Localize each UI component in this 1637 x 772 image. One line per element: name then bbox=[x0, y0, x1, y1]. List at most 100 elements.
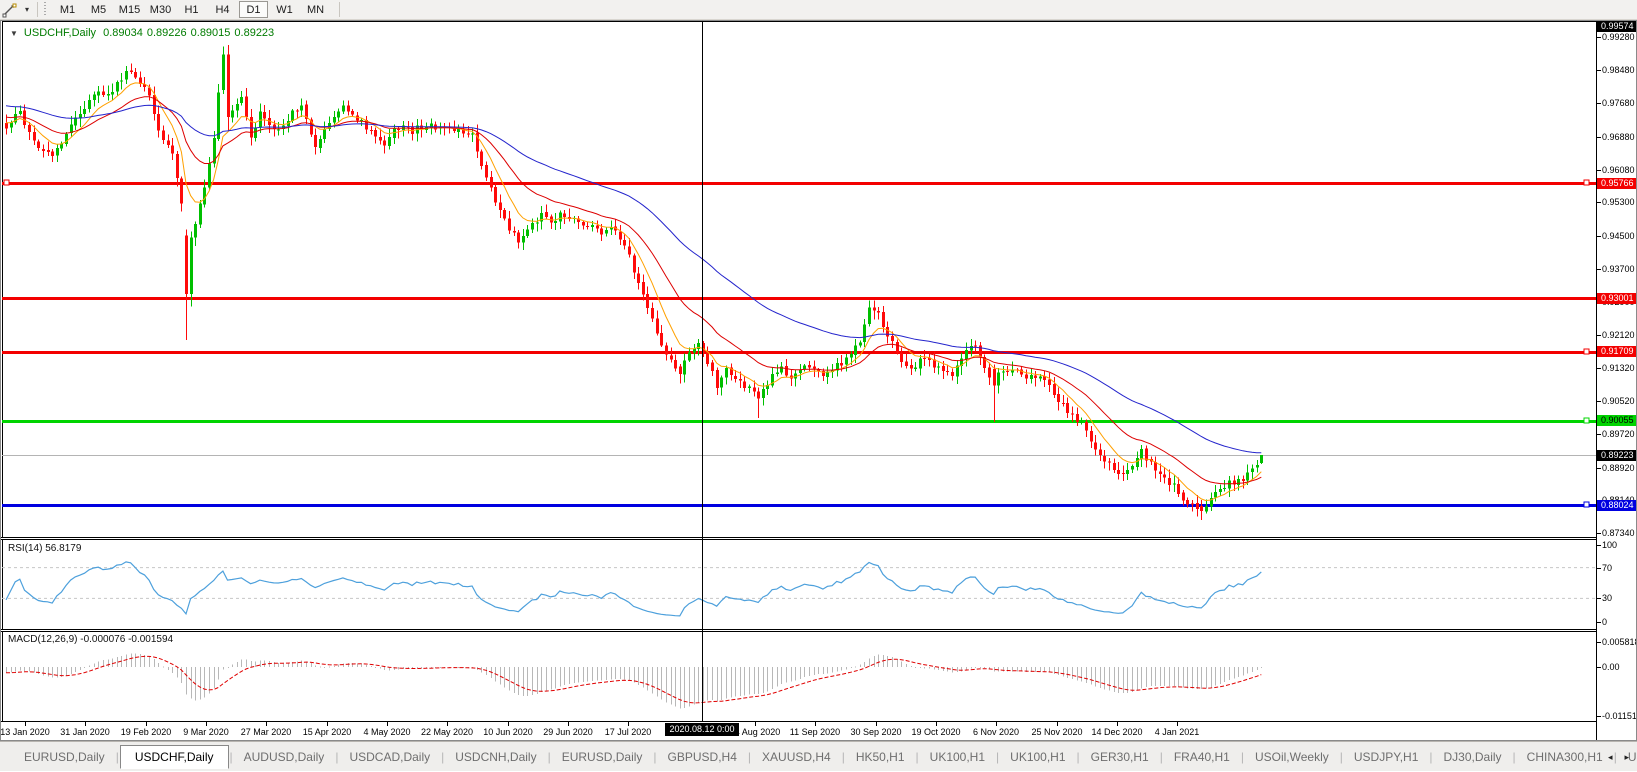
price-axis-label: 0.99280 bbox=[1602, 32, 1635, 42]
tab-separator: | bbox=[230, 750, 233, 764]
tab-EURUSD-Daily[interactable]: EURUSD,Daily bbox=[552, 746, 653, 768]
tab-USDCNH-Daily[interactable]: USDCNH,Daily bbox=[445, 746, 546, 768]
price-highlight-label: 0.95766 bbox=[1597, 178, 1637, 189]
tab-HK50-H1[interactable]: HK50,H1 bbox=[846, 746, 915, 768]
timeframe-button-D1[interactable]: D1 bbox=[239, 1, 268, 18]
horizontal-line-0.93001[interactable] bbox=[2, 297, 1596, 300]
line-handle-icon[interactable] bbox=[1584, 502, 1589, 507]
price-highlight-label: 0.90055 bbox=[1597, 415, 1637, 426]
tab-USOil-Weekly[interactable]: USOil,Weekly bbox=[1245, 746, 1339, 768]
tool-dropdown-caret[interactable]: ▾ bbox=[20, 5, 34, 14]
axis-tick bbox=[1597, 368, 1601, 369]
crosshair-date-label: 2020.08.12 0:00 bbox=[665, 723, 739, 736]
date-tick bbox=[876, 722, 877, 726]
candlestick-series bbox=[5, 45, 1263, 520]
date-axis-label: 4 May 2020 bbox=[363, 727, 410, 737]
main-chart-canvas[interactable] bbox=[2, 21, 1596, 537]
date-axis-label: 17 Jul 2020 bbox=[605, 727, 652, 737]
tab-scroll-arrows: ◂ ▸ bbox=[1608, 742, 1629, 772]
date-tick bbox=[508, 722, 509, 726]
date-tick bbox=[387, 722, 388, 726]
axis-tick bbox=[1597, 622, 1601, 623]
tab-separator: | bbox=[748, 750, 751, 764]
line-draw-tool-icon[interactable] bbox=[0, 1, 20, 19]
horizontal-line-0.95766[interactable] bbox=[2, 182, 1596, 185]
rsi-line bbox=[6, 562, 1261, 616]
macd-axis-label: -0.01151 bbox=[1602, 711, 1637, 721]
line-handle-icon[interactable] bbox=[4, 180, 9, 185]
timeframe-button-M30[interactable]: M30 bbox=[146, 1, 175, 18]
tab-items: EURUSD,Daily|USDCHF,Daily|AUDUSD,Daily|U… bbox=[14, 745, 1637, 769]
timeframe-button-M15[interactable]: M15 bbox=[115, 1, 144, 18]
rsi-axis-label: 100 bbox=[1602, 540, 1617, 550]
timeframe-button-MN[interactable]: MN bbox=[301, 1, 330, 18]
tab-XAUUSD-H4[interactable]: XAUUSD,H4 bbox=[752, 746, 841, 768]
tab-GBPUSD-H4[interactable]: GBPUSD,H4 bbox=[658, 746, 747, 768]
timeframe-button-W1[interactable]: W1 bbox=[270, 1, 299, 18]
date-tick bbox=[447, 722, 448, 726]
price-axis[interactable]: 0.992800.984800.976800.968800.960800.953… bbox=[1596, 21, 1637, 741]
macd-axis-label: 0.00 bbox=[1602, 662, 1620, 672]
horizontal-line-0.88024[interactable] bbox=[2, 504, 1596, 507]
price-axis-label: 0.94500 bbox=[1602, 231, 1635, 241]
tab-EURUSD-Daily[interactable]: EURUSD,Daily bbox=[14, 746, 115, 768]
ohlc-close: 0.89223 bbox=[234, 27, 274, 39]
date-tick bbox=[206, 722, 207, 726]
tab-USDCAD-Daily[interactable]: USDCAD,Daily bbox=[339, 746, 440, 768]
timeframe-button-H1[interactable]: H1 bbox=[177, 1, 206, 18]
tab-FRA40-H1[interactable]: FRA40,H1 bbox=[1164, 746, 1240, 768]
panel-separator[interactable] bbox=[0, 537, 1596, 540]
axis-tick bbox=[1597, 545, 1601, 546]
date-axis-label: 11 Sep 2020 bbox=[790, 727, 840, 737]
panel-separator[interactable] bbox=[0, 629, 1596, 632]
tab-UK100-H1[interactable]: UK100,H1 bbox=[920, 746, 995, 768]
price-axis-label: 0.90520 bbox=[1602, 396, 1635, 406]
horizontal-line-0.90055[interactable] bbox=[2, 420, 1596, 423]
timeframe-button-M1[interactable]: M1 bbox=[53, 1, 82, 18]
date-tick bbox=[628, 722, 629, 726]
ohlc-high: 0.89226 bbox=[147, 27, 187, 39]
date-axis-label: 25 Nov 2020 bbox=[1031, 727, 1082, 737]
macd-axis-label: 0.005818 bbox=[1602, 637, 1637, 647]
timeframe-button-M5[interactable]: M5 bbox=[84, 1, 113, 18]
axis-tick bbox=[1597, 70, 1601, 71]
collapse-caret-icon[interactable]: ▼ bbox=[10, 29, 18, 38]
date-axis-label: 31 Jan 2020 bbox=[60, 727, 110, 737]
date-axis-label: 19 Feb 2020 bbox=[121, 727, 172, 737]
date-axis-label: 22 May 2020 bbox=[421, 727, 473, 737]
tab-scroll-left-icon[interactable]: ◂ bbox=[1608, 752, 1613, 763]
chart-title[interactable]: ▼USDCHF,Daily 0.890340.892260.890150.892… bbox=[10, 27, 278, 39]
macd-panel-canvas[interactable] bbox=[2, 632, 1596, 721]
rsi-panel-canvas[interactable] bbox=[2, 540, 1596, 629]
toolbar-separator bbox=[37, 2, 38, 17]
tab-CHINA300-H1[interactable]: CHINA300,H1 bbox=[1517, 746, 1613, 768]
date-axis-label: 15 Apr 2020 bbox=[303, 727, 352, 737]
axis-tick bbox=[1597, 137, 1601, 138]
timeframe-button-H4[interactable]: H4 bbox=[208, 1, 237, 18]
price-axis-label: 0.98480 bbox=[1602, 65, 1635, 75]
tab-GER30-H1[interactable]: GER30,H1 bbox=[1081, 746, 1159, 768]
tab-DJ30-Daily[interactable]: DJ30,Daily bbox=[1434, 746, 1512, 768]
rsi-axis-label: 70 bbox=[1602, 563, 1612, 573]
price-axis-label: 0.88920 bbox=[1602, 463, 1635, 473]
horizontal-line-0.91709[interactable] bbox=[2, 351, 1596, 354]
tab-USDCHF-Daily[interactable]: USDCHF,Daily bbox=[120, 745, 229, 769]
date-tick bbox=[815, 722, 816, 726]
line-handle-icon[interactable] bbox=[1584, 180, 1589, 185]
crosshair-vertical-line bbox=[702, 21, 703, 722]
date-axis-label: 29 Jun 2020 bbox=[543, 727, 593, 737]
tab-scroll-right-icon[interactable]: ▸ bbox=[1624, 752, 1629, 763]
line-handle-icon[interactable] bbox=[1584, 418, 1589, 423]
chart-symbol-period: USDCHF,Daily bbox=[24, 27, 96, 39]
moving-average-21 bbox=[6, 97, 1261, 484]
tab-USDJPY-H1[interactable]: USDJPY,H1 bbox=[1344, 746, 1428, 768]
toolbar-grip-handle[interactable] bbox=[43, 2, 48, 17]
rsi-axis-label: 0 bbox=[1602, 617, 1607, 627]
rsi-indicator-label: RSI(14) 56.8179 bbox=[8, 543, 81, 554]
date-tick bbox=[568, 722, 569, 726]
tab-UK100-H1[interactable]: UK100,H1 bbox=[1000, 746, 1075, 768]
time-axis[interactable]: 2020.08.12 0:00 13 Jan 202031 Jan 202019… bbox=[0, 722, 1596, 741]
tab-AUDUSD-Daily[interactable]: AUDUSD,Daily bbox=[234, 746, 335, 768]
ohlc-low: 0.89015 bbox=[191, 27, 231, 39]
line-handle-icon[interactable] bbox=[1584, 349, 1589, 354]
